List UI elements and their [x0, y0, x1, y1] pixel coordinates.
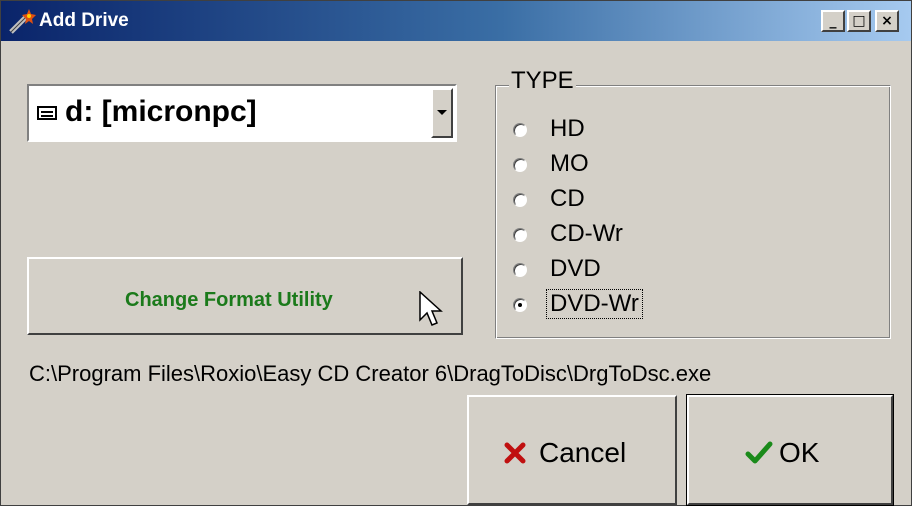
- radio-label: CD-Wr: [550, 220, 623, 247]
- radio-button[interactable]: [513, 298, 527, 312]
- radio-label: HD: [550, 115, 585, 142]
- wand-icon: [9, 9, 36, 34]
- dropdown-arrow-button[interactable]: [431, 88, 453, 138]
- radio-button[interactable]: [513, 158, 527, 172]
- drive-icon: [37, 106, 57, 120]
- type-group-legend: TYPE: [509, 67, 576, 95]
- minimize-button[interactable]: _: [821, 10, 845, 32]
- ok-button[interactable]: OK: [686, 394, 894, 506]
- cross-icon: [504, 442, 526, 464]
- mouse-pointer-icon: [419, 291, 443, 326]
- radio-button[interactable]: [513, 123, 527, 137]
- close-button[interactable]: ×: [875, 10, 899, 32]
- title-bar[interactable]: Add Drive _ □ ×: [1, 1, 911, 41]
- drive-select[interactable]: d: [micronpc]: [27, 84, 457, 142]
- radio-label: CD: [550, 185, 585, 212]
- program-path: C:\Program Files\Roxio\Easy CD Creator 6…: [29, 361, 712, 386]
- radio-button[interactable]: [513, 228, 527, 242]
- ok-label: OK: [779, 437, 820, 468]
- radio-label: DVD-Wr: [546, 289, 643, 319]
- cancel-label: Cancel: [539, 437, 627, 468]
- radio-button[interactable]: [513, 193, 527, 207]
- radio-label: MO: [550, 150, 589, 177]
- cancel-button[interactable]: Cancel: [467, 395, 677, 505]
- drive-select-value: d: [micronpc]: [65, 95, 257, 128]
- window-title: Add Drive: [39, 10, 129, 31]
- radio-selected-dot: [518, 303, 522, 307]
- change-format-utility-label: Change Format Utility: [125, 289, 333, 311]
- maximize-button[interactable]: □: [847, 10, 871, 32]
- change-format-utility-button[interactable]: Change Format Utility: [27, 257, 463, 335]
- add-drive-dialog: Add Drive _ □ × d: [micronpc] Change For…: [0, 0, 912, 506]
- radio-label: DVD: [550, 255, 601, 282]
- checkmark-icon: [745, 441, 773, 464]
- radio-button[interactable]: [513, 263, 527, 277]
